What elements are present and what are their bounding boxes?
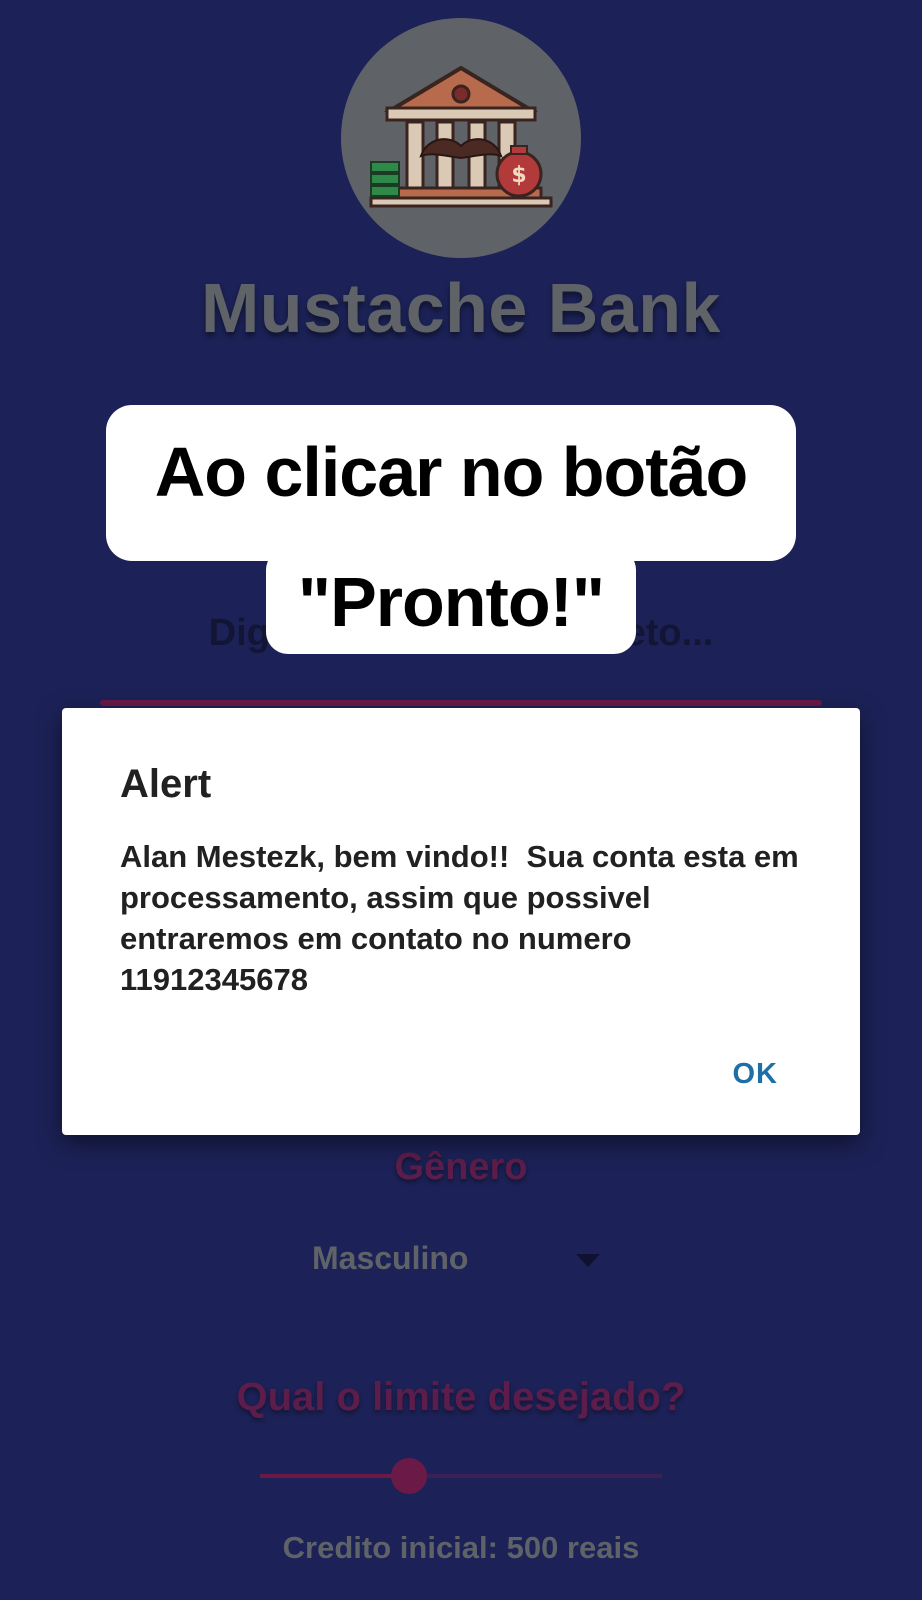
- gender-selected-value: Masculino: [312, 1240, 469, 1276]
- name-input-underline[interactable]: [100, 700, 822, 706]
- slider-fill: [260, 1474, 409, 1478]
- caption-line-1: Ao clicar no botão: [154, 433, 749, 511]
- gender-dropdown[interactable]: Masculino: [312, 1240, 612, 1290]
- limit-slider[interactable]: [260, 1456, 662, 1496]
- credit-info-text: Credito inicial: 500 reais: [282, 1530, 640, 1565]
- caption-line-2: "Pronto!": [297, 563, 605, 641]
- bank-building-icon: $: [369, 65, 553, 208]
- ok-button[interactable]: OK: [733, 1058, 779, 1091]
- dropdown-arrow-icon: [576, 1254, 600, 1267]
- alert-dialog: Alert Alan Mestezk, bem vindo!! Sua cont…: [62, 708, 860, 1135]
- dialog-message: Alan Mestezk, bem vindo!! Sua conta esta…: [120, 839, 808, 997]
- svg-text:$: $: [511, 163, 526, 188]
- dialog-title: Alert: [120, 762, 212, 806]
- gender-label: Gênero: [394, 1146, 528, 1188]
- slider-thumb[interactable]: [390, 1458, 427, 1494]
- app-title: Mustache Bank: [201, 269, 721, 347]
- limit-label: Qual o limite desejado?: [236, 1375, 686, 1419]
- bank-logo: $: [341, 18, 581, 258]
